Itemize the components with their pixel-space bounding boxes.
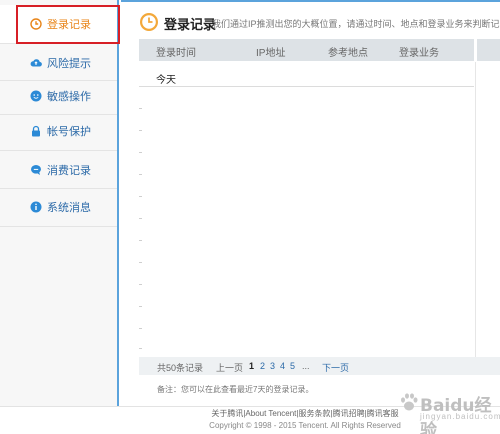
table-row <box>139 218 142 219</box>
table-row <box>139 108 142 109</box>
table-row <box>139 174 142 175</box>
sidebar-item-label: 敏感操作 <box>47 91 91 103</box>
lock-icon <box>30 125 42 137</box>
column-header-login-service: 登录业务 <box>399 48 439 59</box>
chat-bubble-icon <box>30 164 42 176</box>
page-1-link[interactable]: 1 <box>249 361 254 371</box>
highlight-box <box>16 5 120 44</box>
page-5-link[interactable]: 5 <box>290 361 295 371</box>
sidebar-item-account-protection[interactable]: 帐号保护 <box>0 112 117 150</box>
sidebar-item-label: 风险提示 <box>47 58 91 70</box>
column-divider <box>475 62 476 362</box>
table-row-divider <box>139 86 474 87</box>
sidebar-item-spending-records[interactable]: 消费记录 <box>0 151 117 189</box>
divider <box>0 226 117 227</box>
prev-page-button[interactable]: 上一页 <box>216 361 243 374</box>
page-title: 登录记录 <box>164 17 217 32</box>
table-row <box>139 348 142 349</box>
table-row <box>139 196 142 197</box>
page-3-link[interactable]: 3 <box>270 361 275 371</box>
sidebar-item-sensitive-ops[interactable]: 敏感操作 <box>0 77 117 115</box>
table-row <box>139 240 142 241</box>
page-2-link[interactable]: 2 <box>260 361 265 371</box>
column-header-login-time: 登录时间 <box>156 48 196 59</box>
page-description: 我们通过IP推测出您的大概位置，请通过时间、地点和登录业务来判断记录是否正常。 <box>212 19 500 29</box>
sidebar: 登录记录 风险提示 敏感操作 帐号保护 消费记录 系统消息 <box>0 0 119 406</box>
smiley-icon <box>30 90 42 102</box>
pagination-ellipsis: ... <box>302 361 310 371</box>
table-row <box>139 262 142 263</box>
footer-copyright: Copyright © 1998 - 2015 Tencent. All Rig… <box>209 421 401 430</box>
baidu-paw-icon <box>401 393 418 411</box>
page-4-link[interactable]: 4 <box>280 361 285 371</box>
next-page-button[interactable]: 下一页 <box>322 361 349 374</box>
table-header-extension <box>477 39 500 61</box>
date-group-label: 今天 <box>156 75 176 86</box>
table-row <box>139 306 142 307</box>
clock-icon <box>139 12 159 32</box>
login-records-page: { "sidebar": { "items": [ {"label": "登录记… <box>0 0 500 434</box>
table-row <box>139 328 142 329</box>
table-row <box>139 284 142 285</box>
top-accent-line <box>121 0 500 2</box>
table-row <box>139 130 142 131</box>
sidebar-item-label: 帐号保护 <box>47 126 91 138</box>
note-text: 备注：您可以在此查看最近7天的登录记录。 <box>157 385 314 394</box>
info-icon <box>30 201 42 213</box>
column-header-ip-address: IP地址 <box>256 48 286 59</box>
table-row <box>139 152 142 153</box>
column-header-location: 参考地点 <box>328 48 368 59</box>
sidebar-item-label: 系统消息 <box>47 202 91 214</box>
record-count: 共50条记录 <box>157 363 204 373</box>
sidebar-item-label: 消费记录 <box>47 165 91 177</box>
sidebar-item-system-messages[interactable]: 系统消息 <box>0 188 117 226</box>
cloud-upload-icon <box>30 57 42 69</box>
watermark-url: jingyan.baidu.com <box>420 412 500 421</box>
